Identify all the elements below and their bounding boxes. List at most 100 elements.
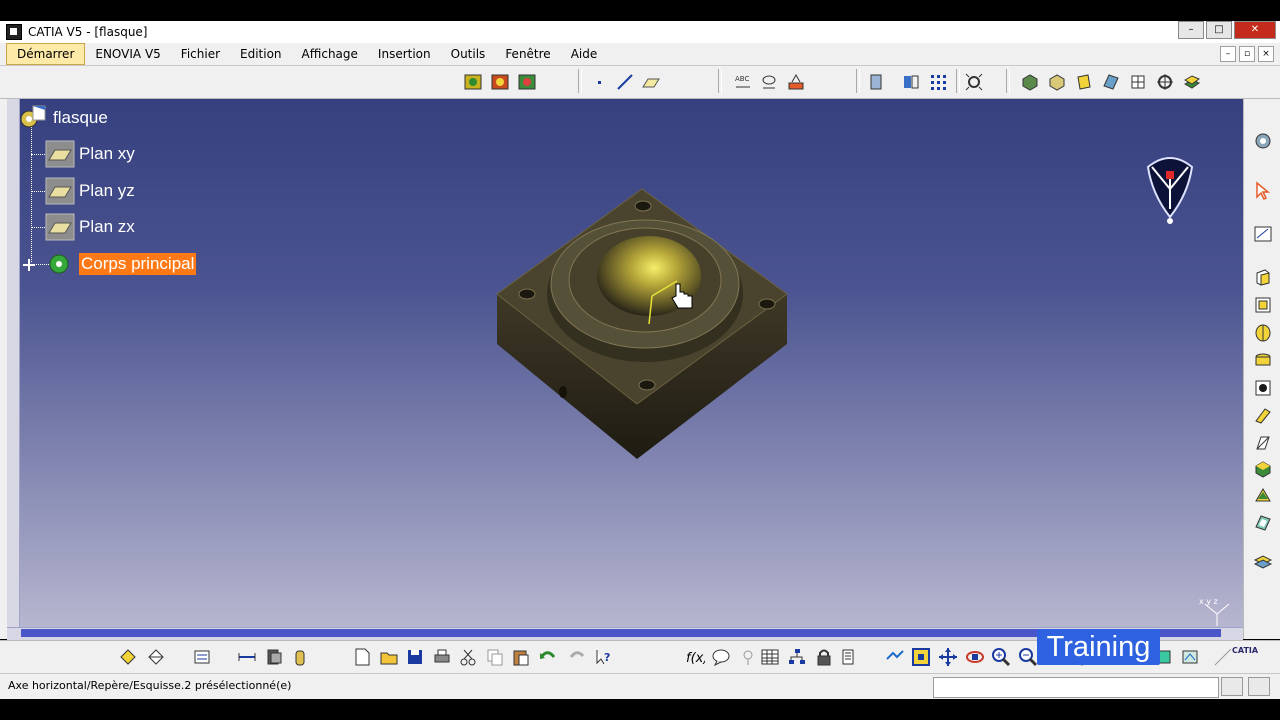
table-icon[interactable] bbox=[760, 647, 780, 667]
doc-restore-button[interactable]: ▫ bbox=[1239, 46, 1255, 62]
pad-icon[interactable] bbox=[1253, 267, 1273, 287]
undo-icon[interactable] bbox=[538, 647, 558, 667]
surface-icon[interactable] bbox=[1182, 72, 1202, 92]
tree-item-plan-yz[interactable]: Plan yz bbox=[45, 177, 135, 205]
shading-box-icon[interactable] bbox=[1074, 72, 1094, 92]
sketch-icon[interactable] bbox=[517, 72, 537, 92]
axis-icon[interactable] bbox=[1128, 72, 1148, 92]
tree-item-label: Plan zx bbox=[79, 217, 135, 236]
measure-icon[interactable] bbox=[786, 72, 806, 92]
tree-item-corps-principal[interactable]: Corps principal bbox=[45, 250, 197, 278]
part-icon[interactable] bbox=[118, 647, 138, 667]
part-3d-model[interactable] bbox=[477, 184, 797, 469]
fly-icon[interactable] bbox=[885, 647, 905, 667]
sketch-positioned-icon[interactable] bbox=[490, 72, 510, 92]
thickness-icon[interactable] bbox=[1253, 552, 1273, 572]
menu-edition[interactable]: Edition bbox=[230, 44, 292, 64]
doc-minimize-button[interactable]: – bbox=[1220, 46, 1236, 62]
shell-icon[interactable] bbox=[1253, 513, 1273, 533]
minimize-button[interactable]: – bbox=[1178, 21, 1204, 39]
open-icon[interactable] bbox=[379, 647, 399, 667]
cursor-icon[interactable] bbox=[1253, 181, 1273, 201]
save-icon[interactable] bbox=[405, 647, 425, 667]
tree-item-plan-zx[interactable]: Plan zx bbox=[45, 213, 135, 241]
shading-icon[interactable] bbox=[1020, 72, 1040, 92]
menu-fichier[interactable]: Fichier bbox=[171, 44, 230, 64]
command-input[interactable] bbox=[933, 677, 1219, 698]
parameter-icon[interactable] bbox=[759, 72, 779, 92]
hole-icon[interactable] bbox=[1253, 351, 1273, 371]
menu-fenetre[interactable]: Fenêtre bbox=[495, 44, 560, 64]
menu-enovia[interactable]: ENOVIA V5 bbox=[85, 44, 170, 64]
shaft-icon[interactable] bbox=[1253, 323, 1273, 343]
sketch-icon[interactable] bbox=[463, 72, 483, 92]
target-icon[interactable] bbox=[1155, 72, 1175, 92]
rib-icon[interactable] bbox=[1253, 378, 1273, 398]
rotate-icon[interactable] bbox=[965, 647, 985, 667]
fillet-icon[interactable] bbox=[1253, 459, 1273, 479]
menu-insertion[interactable]: Insertion bbox=[368, 44, 441, 64]
constraint-icon[interactable]: ABC bbox=[733, 72, 753, 92]
pan-icon[interactable] bbox=[938, 647, 958, 667]
maximize-button[interactable]: □ bbox=[1206, 21, 1232, 39]
shading-edges-icon[interactable] bbox=[1047, 72, 1067, 92]
point-icon[interactable] bbox=[590, 72, 610, 92]
fit-all-icon[interactable] bbox=[911, 647, 931, 667]
tree-item-plan-xy[interactable]: Plan xy bbox=[45, 140, 135, 168]
formula-icon[interactable]: f(x) bbox=[685, 647, 705, 667]
whats-this-icon[interactable]: ? bbox=[594, 647, 614, 667]
pocket-icon[interactable] bbox=[1253, 295, 1273, 315]
comment-icon[interactable] bbox=[711, 647, 731, 667]
catia-app-icon[interactable] bbox=[6, 24, 22, 40]
pad-icon[interactable] bbox=[1101, 72, 1121, 92]
analysis-icon[interactable] bbox=[264, 647, 284, 667]
status-button[interactable] bbox=[1221, 677, 1243, 696]
redo-icon[interactable] bbox=[567, 647, 587, 667]
view-icon[interactable] bbox=[964, 72, 984, 92]
menu-aide[interactable]: Aide bbox=[561, 44, 608, 64]
status-message: Axe horizontal/Repère/Esquisse.2 préséle… bbox=[8, 679, 292, 692]
measure-icon[interactable] bbox=[237, 647, 257, 667]
tree-root[interactable]: flasque bbox=[19, 104, 108, 132]
knowledge-icon[interactable] bbox=[738, 647, 758, 667]
expand-plus-icon[interactable] bbox=[21, 257, 37, 273]
rotation-icon[interactable] bbox=[901, 72, 921, 92]
sketch-icon[interactable] bbox=[1253, 224, 1273, 244]
grid-icon[interactable] bbox=[928, 72, 948, 92]
new-icon[interactable] bbox=[352, 647, 372, 667]
copy-icon[interactable] bbox=[485, 647, 505, 667]
menu-outils[interactable]: Outils bbox=[441, 44, 496, 64]
part-icon bbox=[20, 105, 46, 128]
draft-icon[interactable] bbox=[1253, 486, 1273, 506]
status-button[interactable] bbox=[1248, 677, 1270, 696]
document-window-controls: – ▫ × bbox=[1220, 46, 1274, 62]
swap-icon[interactable] bbox=[1180, 647, 1200, 667]
bottom-border bbox=[0, 699, 1280, 720]
material-icon[interactable] bbox=[290, 647, 310, 667]
catalog-icon[interactable] bbox=[840, 647, 860, 667]
update-icon[interactable] bbox=[192, 647, 212, 667]
plane-icon[interactable] bbox=[641, 72, 661, 92]
tree-icon[interactable] bbox=[787, 647, 807, 667]
separator-arrow-icon bbox=[1214, 648, 1232, 666]
settings-icon[interactable] bbox=[1253, 131, 1273, 151]
doc-close-button[interactable]: × bbox=[1258, 46, 1274, 62]
body-gear-icon bbox=[49, 254, 69, 274]
apply-material-icon[interactable] bbox=[866, 72, 886, 92]
close-button[interactable]: ✕ bbox=[1234, 21, 1276, 39]
line-icon[interactable] bbox=[615, 72, 635, 92]
product-icon[interactable] bbox=[146, 647, 166, 667]
compass-icon[interactable] bbox=[1140, 149, 1200, 229]
print-icon[interactable] bbox=[432, 647, 452, 667]
3d-viewport[interactable]: flasque Plan xy Plan yz Plan zx Corps pr… bbox=[7, 99, 1243, 639]
zoom-out-icon[interactable] bbox=[1018, 647, 1038, 667]
menu-affichage[interactable]: Affichage bbox=[292, 44, 368, 64]
paste-icon[interactable] bbox=[511, 647, 531, 667]
solid-icon[interactable] bbox=[1253, 433, 1273, 453]
cut-icon[interactable] bbox=[458, 647, 478, 667]
menu-demarrer[interactable]: Démarrer bbox=[6, 43, 86, 65]
tree-item-label: Plan yz bbox=[79, 181, 135, 200]
lock-icon[interactable] bbox=[814, 647, 834, 667]
slot-icon[interactable] bbox=[1253, 406, 1273, 426]
zoom-in-icon[interactable] bbox=[991, 647, 1011, 667]
